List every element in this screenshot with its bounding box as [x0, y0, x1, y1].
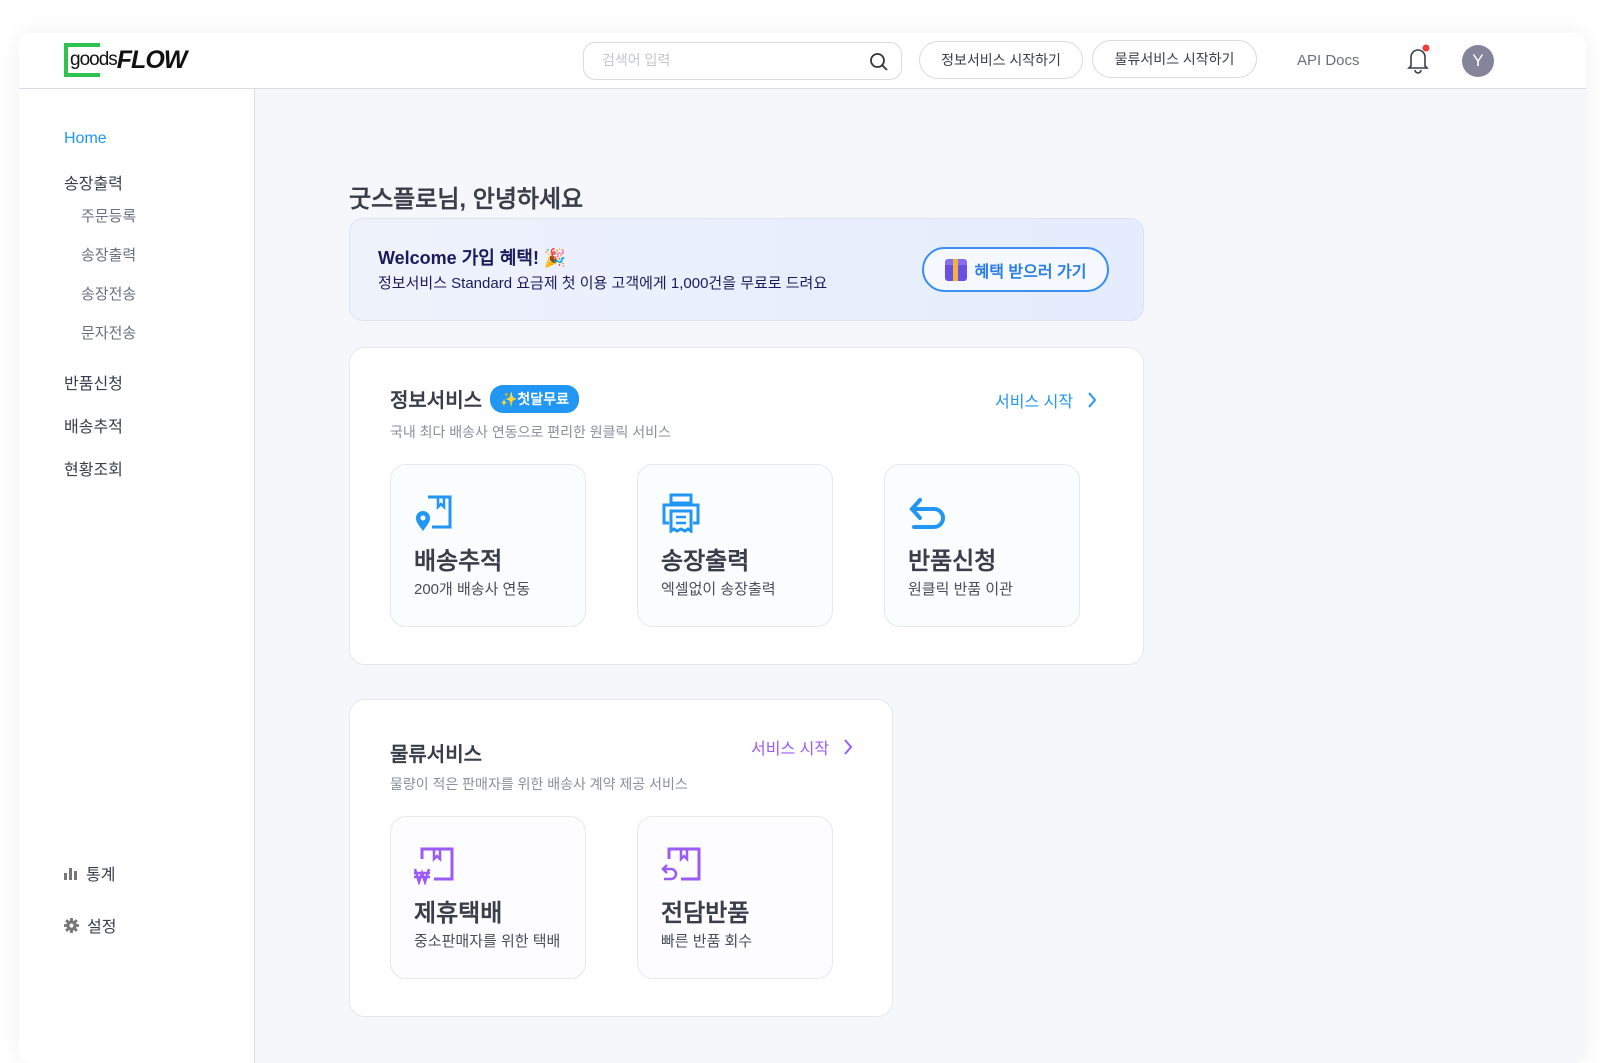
notification-bell-icon[interactable] — [1405, 44, 1431, 79]
tracking-map-pin-icon — [416, 495, 452, 531]
sidebar-item-settings[interactable]: 설정 — [64, 913, 116, 937]
sidebar-item-tracking[interactable]: 배송추적 — [64, 413, 123, 437]
tile-desc: 빠른 반품 회수 — [661, 933, 753, 950]
sidebar-subitem-invoice-send[interactable]: 송장전송 — [81, 283, 136, 304]
bar-chart-icon — [64, 868, 77, 880]
tile-desc: 엑셀없이 송장출력 — [661, 581, 776, 598]
sidebar-subitem-order-register[interactable]: 주문등록 — [81, 205, 136, 226]
logistics-service-start-link[interactable]: 서비스 시작 — [751, 735, 853, 759]
service-tile-partner-delivery[interactable]: 제휴택배 중소판매자를 위한 택배 — [390, 816, 586, 979]
start-info-service-button[interactable]: 정보서비스 시작하기 — [919, 41, 1083, 79]
service-tile-invoice-print[interactable]: 송장출력 엑셀없이 송장출력 — [637, 464, 833, 627]
sidebar: Home 송장출력 주문등록 송장출력 송장전송 문자전송 반품신청 배송추적 … — [19, 89, 255, 1063]
service-tile-returns[interactable]: 반품신청 원클릭 반품 이관 — [884, 464, 1080, 627]
tile-desc: 200개 배송사 연동 — [414, 581, 531, 598]
service-tile-tracking[interactable]: 배송추적 200개 배송사 연동 — [390, 464, 586, 627]
get-benefit-button[interactable]: 혜택 받으러 가기 — [922, 247, 1109, 292]
top-header: goods FLOW 정보서비스 시작하기 물류서비스 시작하기 API Doc… — [19, 33, 1586, 89]
start-label: 서비스 시작 — [751, 741, 830, 758]
logistics-service-title: 물류서비스 — [390, 744, 482, 766]
return-arrow-icon — [909, 498, 945, 529]
logo-text-bold: FLOW — [116, 45, 188, 74]
logistics-service-subtitle: 물량이 적은 판매자를 위한 배송사 계약 제공 서비스 — [390, 776, 688, 792]
tile-desc: 원클릭 반품 이관 — [908, 581, 1013, 598]
benefit-button-label: 혜택 받으러 가기 — [974, 263, 1087, 281]
stats-label: 통계 — [86, 867, 116, 884]
info-service-card: 정보서비스 ✨첫달무료 국내 최다 배송사 연동으로 편리한 원클릭 서비스 서… — [349, 347, 1144, 665]
tile-title: 제휴택배 — [414, 900, 503, 927]
chevron-right-icon — [1088, 392, 1097, 408]
service-tile-dedicated-returns[interactable]: 전담반품 빠른 반품 회수 — [637, 816, 833, 979]
sidebar-item-status[interactable]: 현황조회 — [64, 456, 123, 480]
gift-icon — [944, 258, 967, 281]
search-icon[interactable] — [869, 52, 889, 72]
won-box-icon — [414, 847, 454, 885]
tile-title: 송장출력 — [661, 548, 750, 575]
user-avatar[interactable]: Y — [1462, 45, 1494, 77]
main-content: 굿스플로님, 안녕하세요 Welcome 가입 혜택! 🎉 정보서비스 Stan… — [255, 89, 1586, 1063]
tile-title: 전담반품 — [661, 900, 750, 927]
search-box — [583, 42, 902, 80]
tile-desc: 중소판매자를 위한 택배 — [414, 933, 561, 950]
info-service-subtitle: 국내 최다 배송사 연동으로 편리한 원클릭 서비스 — [390, 424, 671, 440]
info-service-start-link[interactable]: 서비스 시작 — [995, 388, 1097, 412]
greeting-title: 굿스플로님, 안녕하세요 — [349, 186, 584, 213]
logo-text: goods — [70, 49, 118, 70]
banner-subtitle: 정보서비스 Standard 요금제 첫 이용 고객에게 1,000건을 무료로… — [378, 275, 828, 292]
welcome-banner: Welcome 가입 혜택! 🎉 정보서비스 Standard 요금제 첫 이용… — [349, 218, 1144, 321]
sidebar-item-stats[interactable]: 통계 — [64, 861, 115, 885]
sidebar-item-invoice[interactable]: 송장출력 — [64, 170, 123, 194]
search-input[interactable] — [602, 52, 862, 68]
sidebar-subitem-sms-send[interactable]: 문자전송 — [81, 322, 136, 343]
sidebar-item-home[interactable]: Home — [64, 130, 107, 148]
start-label: 서비스 시작 — [995, 394, 1074, 411]
start-logistics-service-button[interactable]: 물류서비스 시작하기 — [1092, 40, 1257, 78]
logistics-service-card: 물류서비스 물량이 적은 판매자를 위한 배송사 계약 제공 서비스 서비스 시… — [349, 699, 893, 1017]
api-docs-link[interactable]: API Docs — [1297, 52, 1360, 69]
tile-title: 반품신청 — [908, 548, 997, 575]
return-box-icon — [661, 847, 701, 881]
tile-title: 배송추적 — [414, 548, 503, 575]
sidebar-item-returns[interactable]: 반품신청 — [64, 370, 123, 394]
info-service-title: 정보서비스 — [390, 390, 482, 412]
free-first-month-badge: ✨첫달무료 — [490, 384, 579, 413]
goodsflow-logo[interactable]: goods FLOW — [64, 43, 187, 77]
banner-title: Welcome 가입 혜택! 🎉 — [378, 248, 567, 268]
app-window: goods FLOW 정보서비스 시작하기 물류서비스 시작하기 API Doc… — [19, 33, 1586, 1063]
gear-icon — [64, 917, 79, 933]
chevron-right-icon — [844, 739, 853, 755]
printer-icon — [662, 493, 700, 533]
settings-label: 설정 — [87, 919, 117, 936]
sidebar-subitem-invoice-print[interactable]: 송장출력 — [81, 244, 136, 265]
